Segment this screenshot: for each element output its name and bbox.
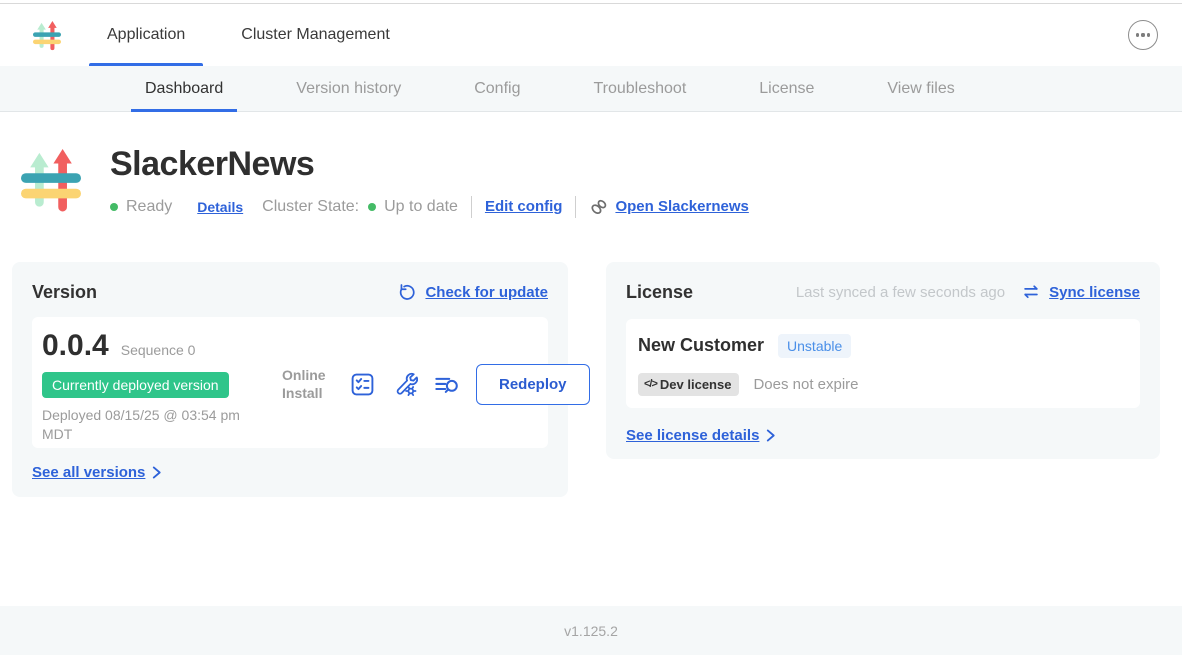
tab-dashboard[interactable]: Dashboard — [131, 66, 237, 111]
deploy-logs-button[interactable] — [433, 371, 461, 398]
version-number: 0.0.4 — [42, 331, 109, 361]
active-tab-underline — [131, 109, 237, 112]
top-tab-label: Application — [107, 26, 185, 44]
console-version-label: v1.125.2 — [564, 623, 618, 639]
app-sub-nav: Dashboard Version history Config Trouble… — [0, 66, 1182, 112]
main-content: SlackerNews Ready Details Cluster State:… — [0, 112, 1182, 606]
top-tab-cluster-management[interactable]: Cluster Management — [223, 4, 408, 66]
top-tab-application[interactable]: Application — [89, 4, 203, 66]
tab-version-history[interactable]: Version history — [282, 66, 415, 111]
app-status-row: Ready Details Cluster State: Up to date … — [110, 196, 749, 218]
dashboard-cards: Version Check for update 0.0.4 Sequ — [0, 262, 1182, 497]
link-chain-icon — [589, 197, 609, 217]
app-status-text: Ready — [126, 198, 172, 216]
divider — [575, 196, 576, 218]
sequence-label: Sequence 0 — [121, 342, 196, 358]
current-version-panel: 0.0.4 Sequence 0 Currently deployed vers… — [32, 317, 548, 448]
sync-arrows-icon — [1021, 282, 1041, 302]
version-card: Version Check for update 0.0.4 Sequ — [12, 262, 568, 497]
cluster-state-dot — [368, 203, 376, 211]
redeploy-button[interactable]: Redeploy — [476, 364, 590, 405]
cluster-state-label: Cluster State: — [262, 198, 359, 216]
slackernews-logo-icon — [33, 20, 61, 51]
channel-badge: Unstable — [778, 334, 851, 358]
check-for-update-link[interactable]: Check for update — [425, 284, 548, 301]
see-all-versions-link[interactable]: See all versions — [32, 464, 145, 481]
license-expiry-text: Does not expire — [753, 376, 858, 393]
license-card: License Last synced a few seconds ago Sy… — [606, 262, 1160, 459]
cluster-state-value: Up to date — [384, 198, 458, 216]
page-title: SlackerNews — [110, 147, 749, 183]
details-link[interactable]: Details — [197, 199, 243, 215]
tab-config[interactable]: Config — [460, 66, 534, 111]
ellipsis-icon — [1136, 33, 1139, 36]
chevron-right-icon — [151, 465, 162, 480]
tab-troubleshoot[interactable]: Troubleshoot — [579, 66, 700, 111]
tab-license[interactable]: License — [745, 66, 828, 111]
divider — [471, 196, 472, 218]
install-type-label: Online Install — [282, 366, 334, 402]
app-status-dot — [110, 203, 118, 211]
top-tab-label: Cluster Management — [241, 26, 390, 44]
more-menu-button[interactable] — [1128, 20, 1158, 50]
wrench-gear-icon — [391, 371, 418, 398]
view-config-button[interactable] — [391, 371, 418, 398]
last-synced-text: Last synced a few seconds ago — [796, 284, 1005, 301]
refresh-icon — [397, 282, 417, 302]
top-nav-bar: Application Cluster Management — [0, 4, 1182, 66]
tab-view-files[interactable]: View files — [873, 66, 968, 111]
preflight-checks-button[interactable] — [349, 371, 376, 398]
customer-name: New Customer — [638, 335, 764, 356]
license-type-badge: </> Dev license — [638, 373, 739, 396]
version-card-title: Version — [32, 282, 97, 303]
license-summary-panel: New Customer Unstable </> Dev license Do… — [626, 319, 1140, 408]
deployed-timestamp: Deployed 08/15/25 @ 03:54 pm MDT — [42, 406, 260, 444]
license-card-title: License — [626, 282, 693, 303]
see-license-details-link[interactable]: See license details — [626, 427, 759, 444]
log-search-icon — [433, 371, 461, 398]
sync-license-link[interactable]: Sync license — [1049, 284, 1140, 301]
edit-config-link[interactable]: Edit config — [485, 198, 563, 215]
code-icon: </> — [644, 378, 657, 390]
deployed-status-badge: Currently deployed version — [42, 372, 229, 398]
chevron-right-icon — [765, 428, 776, 443]
app-header: SlackerNews Ready Details Cluster State:… — [0, 147, 1182, 218]
app-logo-small-wrap[interactable] — [33, 4, 61, 66]
footer-bar: v1.125.2 — [0, 606, 1182, 655]
slackernews-logo-large — [21, 147, 81, 213]
open-app-link[interactable]: Open Slackernews — [615, 198, 748, 215]
checklist-icon — [349, 371, 376, 398]
